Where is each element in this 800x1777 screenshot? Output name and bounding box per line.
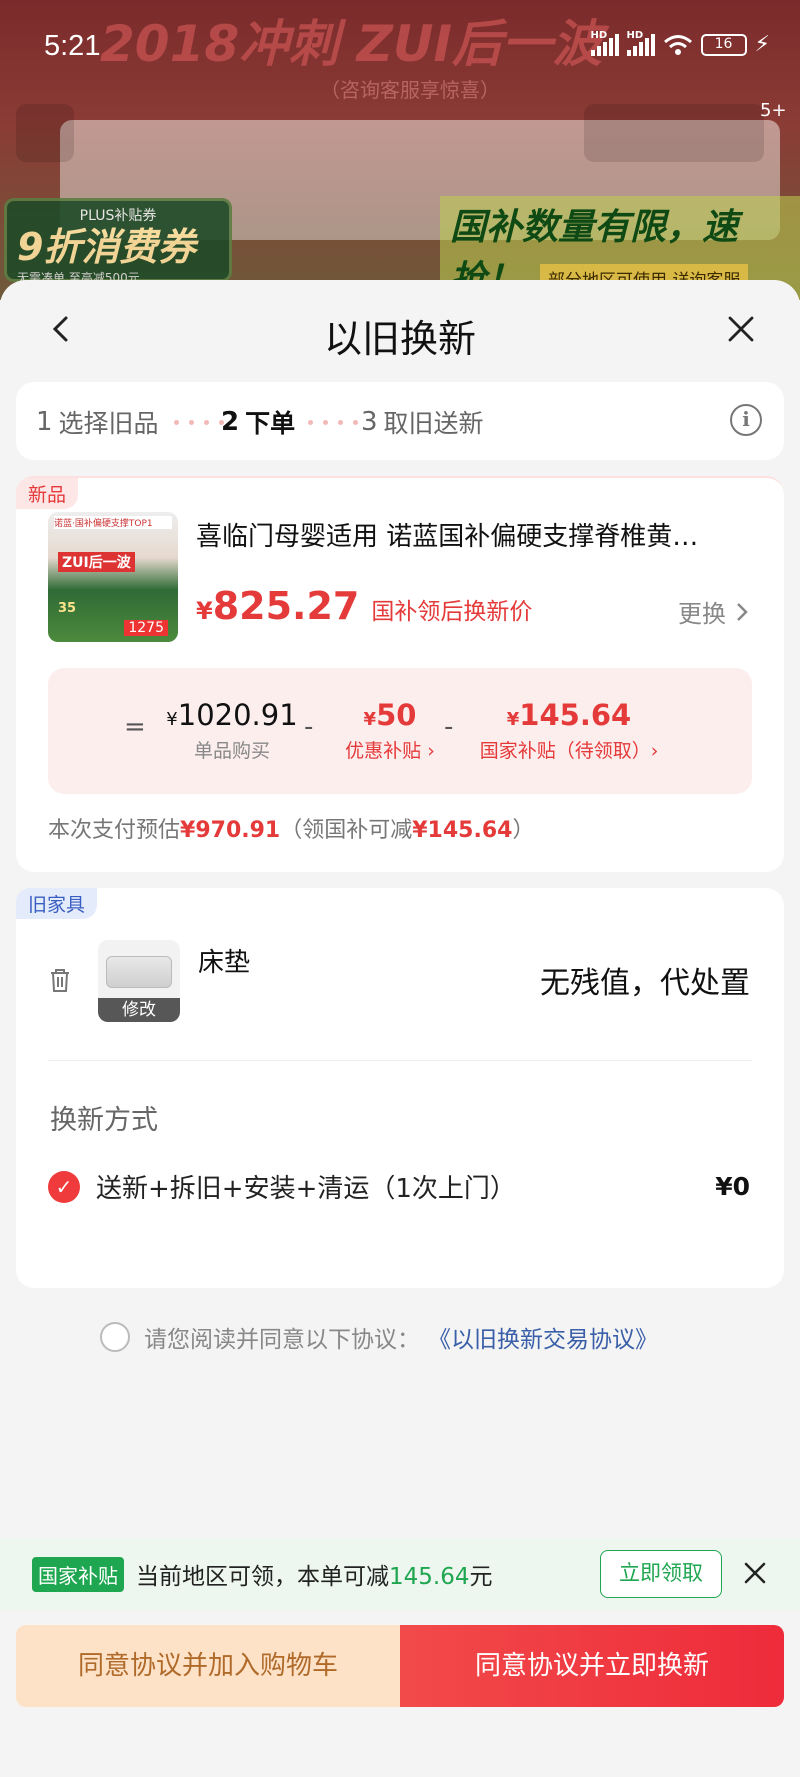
close-icon[interactable]	[726, 314, 756, 344]
unit-currency: ¥	[166, 709, 178, 730]
wifi-icon	[663, 34, 692, 55]
step-select-old: 1 选择旧品	[36, 404, 159, 440]
old-furniture-card: 旧家具 修改 床垫 无残值，代处置 换新方式 ✓ 送新+拆旧+安装+清运（1次上…	[16, 888, 784, 1288]
product-thumbnail[interactable]: 诺蓝·国补偏硬支撑TOP1 ZUI后一波 35 1275	[48, 512, 178, 642]
charging-icon: ⚡	[754, 32, 770, 57]
sheet-header: 以旧换新	[0, 280, 800, 380]
agreement-row: 请您阅读并同意以下协议： 《以旧换新交易协议》	[100, 1320, 658, 1354]
unit-price-value: 1020.91	[177, 698, 298, 732]
coupon-big: 9折消费券	[17, 225, 196, 269]
step-dots	[308, 420, 358, 425]
thumb-price: 1275	[124, 620, 168, 636]
battery-icon: 16	[700, 33, 747, 56]
thumb-promo: ZUI后一波	[58, 552, 135, 572]
discount-block[interactable]: ¥50 优惠补贴 ›	[322, 698, 458, 763]
bottom-actions: 同意协议并加入购物车 同意协议并立即换新	[16, 1625, 784, 1707]
product-name[interactable]: 喜临门母婴适用 诺蓝国补偏硬支撑脊椎黄…	[196, 516, 756, 553]
trade-in-now-button[interactable]: 同意协议并立即换新	[400, 1625, 784, 1707]
discount-value: 50	[376, 698, 417, 732]
method-price: ¥0	[715, 1172, 750, 1201]
discount-label: 优惠补贴 ›	[345, 740, 435, 762]
unit-price-block: ¥1020.91 单品购买	[152, 698, 312, 763]
subsidy-notice-bar: 国家补贴 当前地区可领，本单可减145.64元 立即领取	[0, 1538, 800, 1610]
method-label: 送新+拆旧+安装+清运（1次上门）	[96, 1174, 516, 1204]
notification-badge: 5+	[760, 100, 787, 121]
checked-icon[interactable]: ✓	[48, 1170, 80, 1203]
subsidy-value: 145.64	[519, 698, 632, 732]
page-actions-group[interactable]	[584, 104, 764, 162]
step-label: 选择旧品	[58, 409, 159, 438]
edit-old-item-button[interactable]: 修改	[98, 998, 180, 1022]
equals-sign: =	[124, 712, 146, 742]
subsidy-text-prefix: 当前地区可领，本单可减	[136, 1564, 389, 1590]
trade-in-price: ¥ 825.27 国补领后换新价	[196, 584, 532, 628]
new-product-card: 新品 诺蓝·国补偏硬支撑TOP1 ZUI后一波 35 1275 喜临门母婴适用 …	[16, 476, 784, 872]
estimate-suffix: ）	[512, 818, 535, 843]
step-label: 下单	[245, 409, 296, 438]
old-item-name: 床垫	[198, 948, 251, 978]
thumb-number: 35	[58, 601, 77, 616]
new-item-tag: 新品	[16, 478, 79, 509]
estimate-reduce: ¥145.64	[412, 818, 513, 843]
signal-hd-label-2: HD	[626, 29, 644, 41]
estimate-value: ¥970.91	[180, 818, 281, 843]
step-place-order: 2 下单	[221, 404, 295, 440]
old-item-value: 无残值，代处置	[540, 966, 750, 1001]
close-icon[interactable]	[740, 1558, 770, 1588]
subsidy-amount: 145.64	[389, 1564, 470, 1590]
step-number: 2	[221, 407, 240, 437]
trash-icon[interactable]	[46, 966, 74, 994]
old-item-thumbnail[interactable]: 修改	[98, 940, 180, 1022]
step-deliver: 3 取旧送新	[361, 404, 484, 440]
info-icon[interactable]: i	[730, 404, 762, 436]
agreement-link[interactable]: 《以旧换新交易协议》	[428, 1320, 658, 1354]
estimate-prefix: 本次支付预估	[48, 818, 181, 843]
minus-sign: -	[304, 712, 314, 742]
subsidy-tag: 国家补贴	[32, 1556, 124, 1592]
plus-coupon-banner: PLUS补贴券 9折消费券 无需凑单 至高减500元	[4, 198, 232, 285]
subsidy-text-suffix: 元	[469, 1564, 493, 1590]
add-to-cart-button[interactable]: 同意协议并加入购物车	[16, 1625, 400, 1707]
mattress-image	[106, 956, 172, 988]
minus-sign-2: -	[444, 712, 454, 742]
unit-price-label: 单品购买	[193, 740, 270, 762]
signal-icon: HD	[590, 30, 619, 56]
national-subsidy-block[interactable]: ¥145.64 国家补贴（待领取）›	[464, 698, 674, 763]
service-method-option[interactable]: ✓ 送新+拆旧+安装+清运（1次上门） ¥0	[48, 1168, 750, 1205]
page-back-button[interactable]	[16, 104, 74, 162]
payment-estimate: 本次支付预估¥970.91（领国补可减¥145.64）	[48, 812, 534, 844]
currency-symbol: ¥	[196, 597, 213, 625]
step-label: 取旧送新	[383, 409, 484, 438]
price-breakdown: = ¥1020.91 单品购买 - ¥50 优惠补贴 › - ¥145.64 国…	[48, 668, 752, 794]
change-label: 更换	[678, 600, 726, 628]
step-number: 1	[36, 407, 53, 437]
price-value: 825.27	[212, 584, 360, 628]
thumb-headline: 诺蓝·国补偏硬支撑TOP1	[54, 516, 172, 529]
step-number: 3	[361, 407, 378, 437]
chevron-right-icon	[737, 602, 748, 621]
method-title: 换新方式	[50, 1105, 158, 1136]
subsidy-label: 国家补贴（待领取）›	[479, 740, 659, 762]
coupon-top: PLUS补贴券	[79, 208, 157, 224]
progress-steps: 1 选择旧品 2 下单 3 取旧送新 i	[16, 382, 784, 460]
signal-hd-label: HD	[590, 29, 608, 41]
estimate-mid: （领国补可减	[280, 818, 413, 843]
status-time: 5:21	[44, 30, 101, 62]
status-icons: HD HD 16 ⚡	[590, 30, 770, 57]
agreement-text: 请您阅读并同意以下协议：	[144, 1327, 420, 1353]
step-dots	[174, 420, 224, 425]
price-label: 国补领后换新价	[371, 599, 533, 625]
status-bar: 5:21 HD HD 16 ⚡	[0, 0, 800, 96]
agreement-radio[interactable]	[100, 1322, 130, 1352]
claim-subsidy-button[interactable]: 立即领取	[600, 1550, 722, 1598]
divider	[48, 1060, 752, 1061]
subsidy-text: 当前地区可领，本单可减145.64元	[136, 1557, 492, 1591]
page-title: 以旧换新	[323, 317, 476, 361]
signal-icon-2: HD	[626, 30, 655, 56]
change-product-button[interactable]: 更换	[678, 594, 748, 629]
subsidy-currency: ¥	[506, 709, 520, 730]
old-item-tag: 旧家具	[16, 888, 98, 919]
discount-currency: ¥	[363, 709, 377, 730]
